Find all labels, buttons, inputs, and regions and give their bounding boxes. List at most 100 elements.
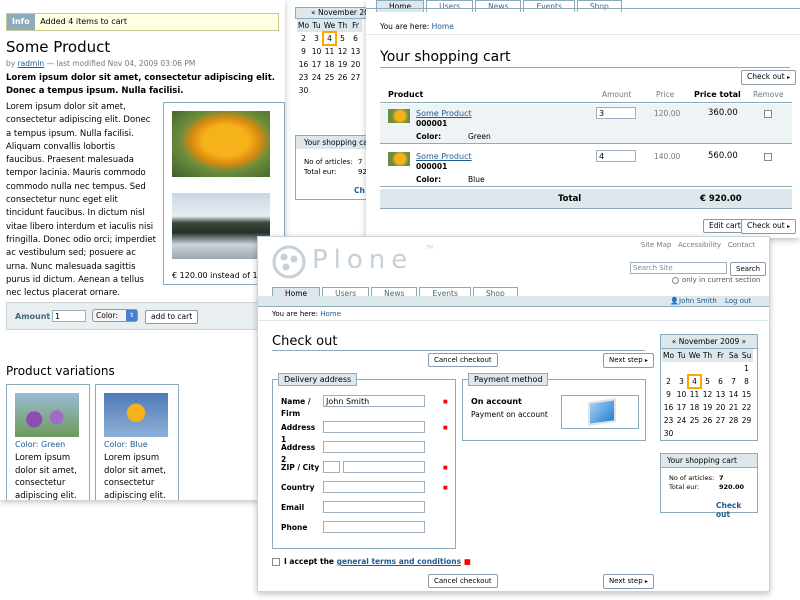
search-button[interactable]: Search (730, 262, 767, 276)
add-to-cart-button[interactable]: add to cart (145, 310, 199, 324)
calendar-day[interactable]: 11 (688, 388, 701, 401)
calendar-day[interactable]: 17 (310, 58, 323, 71)
portlet-checkout-link[interactable]: Check out (716, 501, 757, 519)
zip-input[interactable] (323, 461, 340, 473)
calendar-day[interactable]: 7 (727, 375, 740, 388)
tab-home[interactable]: Home (376, 0, 425, 12)
calendar-day[interactable]: 10 (310, 45, 323, 58)
calendar-day[interactable]: 4 (322, 31, 337, 46)
calendar-day[interactable]: 3 (675, 375, 688, 388)
next-step-button[interactable]: Next step ▸ (603, 353, 654, 368)
contact-link[interactable]: Contact (728, 241, 755, 249)
calendar-day[interactable]: 15 (740, 388, 753, 401)
calendar-day[interactable]: 19 (336, 58, 349, 71)
portlet-checkout-link[interactable]: Ch (354, 186, 365, 195)
calendar-day[interactable]: 16 (662, 401, 675, 414)
calendar-day[interactable]: 19 (701, 401, 714, 414)
next-step-button-bottom[interactable]: Next step ▸ (603, 574, 654, 589)
field-input[interactable] (323, 521, 425, 533)
calendar-day[interactable]: 17 (675, 401, 688, 414)
tab-news[interactable]: News (475, 0, 522, 12)
product-image-flower[interactable] (172, 111, 270, 177)
calendar-day[interactable]: 1 (740, 362, 753, 375)
field-input[interactable]: John Smith (323, 395, 425, 407)
product-thumbnail[interactable] (388, 109, 410, 123)
sitemap-link[interactable]: Site Map (641, 241, 671, 249)
terms-checkbox[interactable] (272, 558, 280, 566)
calendar-day[interactable]: 23 (662, 414, 675, 427)
calendar-day[interactable]: 30 (662, 427, 675, 440)
calendar-day[interactable]: 9 (662, 388, 675, 401)
variation-image-blue[interactable] (104, 393, 168, 437)
author-link[interactable]: radmin (18, 59, 45, 68)
checkout-button-top[interactable]: Check out ▸ (741, 70, 797, 85)
calendar-day[interactable]: 3 (310, 32, 323, 45)
variation-label[interactable]: Color: Blue (104, 440, 148, 449)
product-link[interactable]: Some Product (416, 152, 472, 161)
calendar-day[interactable]: 12 (336, 45, 349, 58)
calendar-day[interactable]: 26 (701, 414, 714, 427)
field-input[interactable] (323, 501, 425, 513)
calendar-day[interactable]: 30 (297, 84, 310, 97)
amount-input[interactable]: 4 (596, 150, 636, 162)
remove-checkbox[interactable] (764, 153, 772, 161)
variation-label[interactable]: Color: Green (15, 440, 65, 449)
product-thumbnail[interactable] (388, 152, 410, 166)
field-input[interactable] (323, 421, 425, 433)
calendar-day[interactable]: 27 (349, 71, 362, 84)
tab-events[interactable]: Events (523, 0, 575, 12)
field-input[interactable] (323, 441, 425, 453)
product-image-winter[interactable] (172, 193, 270, 259)
calendar-day[interactable]: 27 (714, 414, 727, 427)
calendar-day[interactable]: 29 (740, 414, 753, 427)
calendar-day[interactable]: 25 (688, 414, 701, 427)
calendar-day[interactable]: 24 (675, 414, 688, 427)
calendar-day[interactable]: 24 (310, 71, 323, 84)
logout-link[interactable]: Log out (725, 297, 751, 305)
color-select[interactable]: Color: ⇕ (92, 309, 138, 322)
calendar-day[interactable]: 11 (323, 45, 336, 58)
variation-card[interactable]: Color: Blue Lorem ipsum dolor sit amet, … (95, 384, 179, 500)
calendar-day[interactable]: 10 (675, 388, 688, 401)
remove-checkbox[interactable] (764, 110, 772, 118)
calendar-day[interactable]: 8 (740, 375, 753, 388)
calendar-day[interactable]: 16 (297, 58, 310, 71)
checkout-button-bottom[interactable]: Check out ▸ (741, 219, 797, 234)
city-input[interactable] (343, 461, 425, 473)
cancel-checkout-button-bottom[interactable]: Cancel checkout (428, 574, 498, 588)
tab-shop[interactable]: Shop (576, 0, 622, 12)
calendar-day[interactable]: 21 (727, 401, 740, 414)
calendar-day[interactable]: 20 (714, 401, 727, 414)
calendar-day[interactable]: 5 (336, 32, 349, 45)
calendar-day[interactable]: 18 (688, 401, 701, 414)
calendar-day[interactable]: 2 (297, 32, 310, 45)
cancel-checkout-button[interactable]: Cancel checkout (428, 353, 498, 367)
accessibility-link[interactable]: Accessibility (678, 241, 721, 249)
payment-image[interactable] (561, 395, 639, 429)
breadcrumb-home[interactable]: Home (432, 22, 454, 31)
section-checkbox[interactable] (672, 277, 679, 284)
variation-card[interactable]: Color: Green Lorem ipsum dolor sit amet,… (6, 384, 90, 500)
amount-input[interactable]: 1 (52, 310, 86, 322)
breadcrumb-home[interactable]: Home (320, 310, 341, 318)
calendar-day[interactable]: 9 (297, 45, 310, 58)
field-input[interactable] (323, 481, 425, 493)
calendar-day[interactable]: 22 (740, 401, 753, 414)
calendar-day[interactable]: 25 (323, 71, 336, 84)
calendar-day[interactable]: 6 (349, 32, 362, 45)
tab-users[interactable]: Users (426, 0, 474, 12)
calendar-day[interactable]: 6 (714, 375, 727, 388)
calendar-day[interactable]: 13 (714, 388, 727, 401)
calendar-day[interactable]: 28 (727, 414, 740, 427)
calendar-day[interactable]: 13 (349, 45, 362, 58)
calendar-day[interactable]: 12 (701, 388, 714, 401)
amount-input[interactable]: 3 (596, 107, 636, 119)
search-input[interactable]: Search Site (630, 262, 727, 274)
variation-image-green[interactable] (15, 393, 79, 437)
calendar-day[interactable]: 20 (349, 58, 362, 71)
calendar-day[interactable]: 23 (297, 71, 310, 84)
calendar-day[interactable]: 4 (687, 374, 702, 389)
calendar-day[interactable]: 18 (323, 58, 336, 71)
user-link[interactable]: John Smith (679, 297, 717, 305)
calendar-day[interactable]: 14 (727, 388, 740, 401)
